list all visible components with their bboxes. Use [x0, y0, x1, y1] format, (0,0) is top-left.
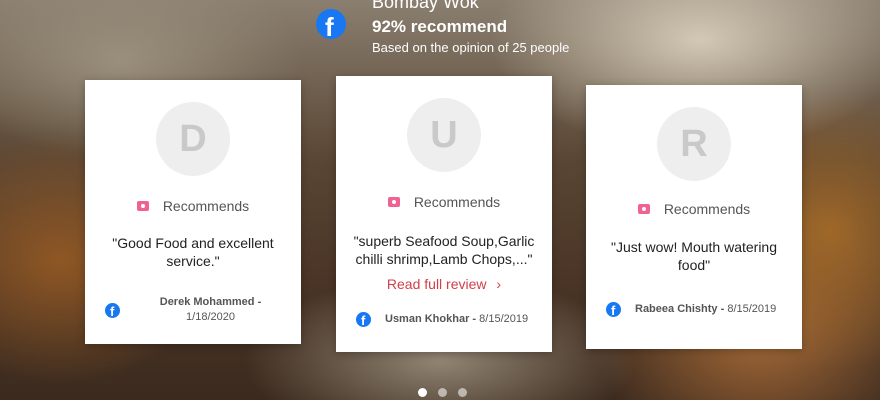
- review-author[interactable]: Rabeea Chishty: [635, 303, 718, 315]
- read-full-review-link[interactable]: Read full review ›: [336, 276, 552, 292]
- recommend-percent: 92% recommend: [372, 17, 508, 36]
- review-basis: Based on the opinion of 25 people: [372, 40, 570, 55]
- review-date: 1/18/2020: [186, 311, 235, 323]
- review-header: f Bombay Wok 92% recommend Based on the …: [316, 0, 570, 55]
- review-author[interactable]: Usman Khokhar: [385, 313, 469, 325]
- review-card: D Recommends "Good Food and excellent se…: [85, 80, 301, 344]
- pagination-dot[interactable]: [438, 388, 447, 397]
- avatar: U: [407, 98, 481, 172]
- pagination-dot[interactable]: [418, 388, 427, 397]
- avatar: D: [156, 102, 230, 176]
- review-author[interactable]: Derek Mohammed: [160, 296, 255, 308]
- recommend-icon: [136, 201, 149, 211]
- chevron-right-icon: ›: [496, 276, 502, 292]
- facebook-icon[interactable]: f: [316, 9, 346, 42]
- review-date: 8/15/2019: [727, 303, 777, 315]
- facebook-icon[interactable]: f: [105, 302, 120, 319]
- recommends-label: Recommends: [413, 194, 501, 210]
- recommends-label: Recommends: [162, 198, 250, 214]
- avatar: R: [657, 107, 731, 181]
- review-card: U Recommends "superb Seafood Soup,Garlic…: [336, 76, 552, 352]
- facebook-icon[interactable]: f: [356, 312, 371, 328]
- facebook-icon[interactable]: f: [606, 302, 621, 318]
- review-quote: "superb Seafood Soup,Garlic chilli shrim…: [353, 233, 535, 267]
- review-footer: f Derek Mohammed - 1/18/2020: [105, 295, 287, 325]
- review-quote: "Just wow! Mouth watering food": [610, 239, 778, 273]
- review-footer: f Usman Khokhar - 8/15/2019: [356, 312, 538, 328]
- recommends-badge: Recommends: [336, 194, 552, 210]
- carousel-pagination: [418, 388, 478, 397]
- review-footer: f Rabeea Chishty - 8/15/2019: [606, 302, 788, 318]
- pagination-dot[interactable]: [458, 388, 467, 397]
- recommends-label: Recommends: [663, 201, 751, 217]
- recommends-badge: Recommends: [586, 201, 802, 217]
- recommend-icon: [637, 204, 650, 214]
- review-card: R Recommends "Just wow! Mouth watering f…: [586, 85, 802, 349]
- review-date: 8/15/2019: [479, 313, 529, 325]
- recommends-badge: Recommends: [85, 198, 301, 214]
- review-quote: "Good Food and excellent service.": [112, 235, 274, 269]
- read-full-review-label[interactable]: Read full review: [387, 276, 487, 292]
- business-name: Bombay Wok: [372, 0, 479, 12]
- recommend-icon: [387, 197, 400, 207]
